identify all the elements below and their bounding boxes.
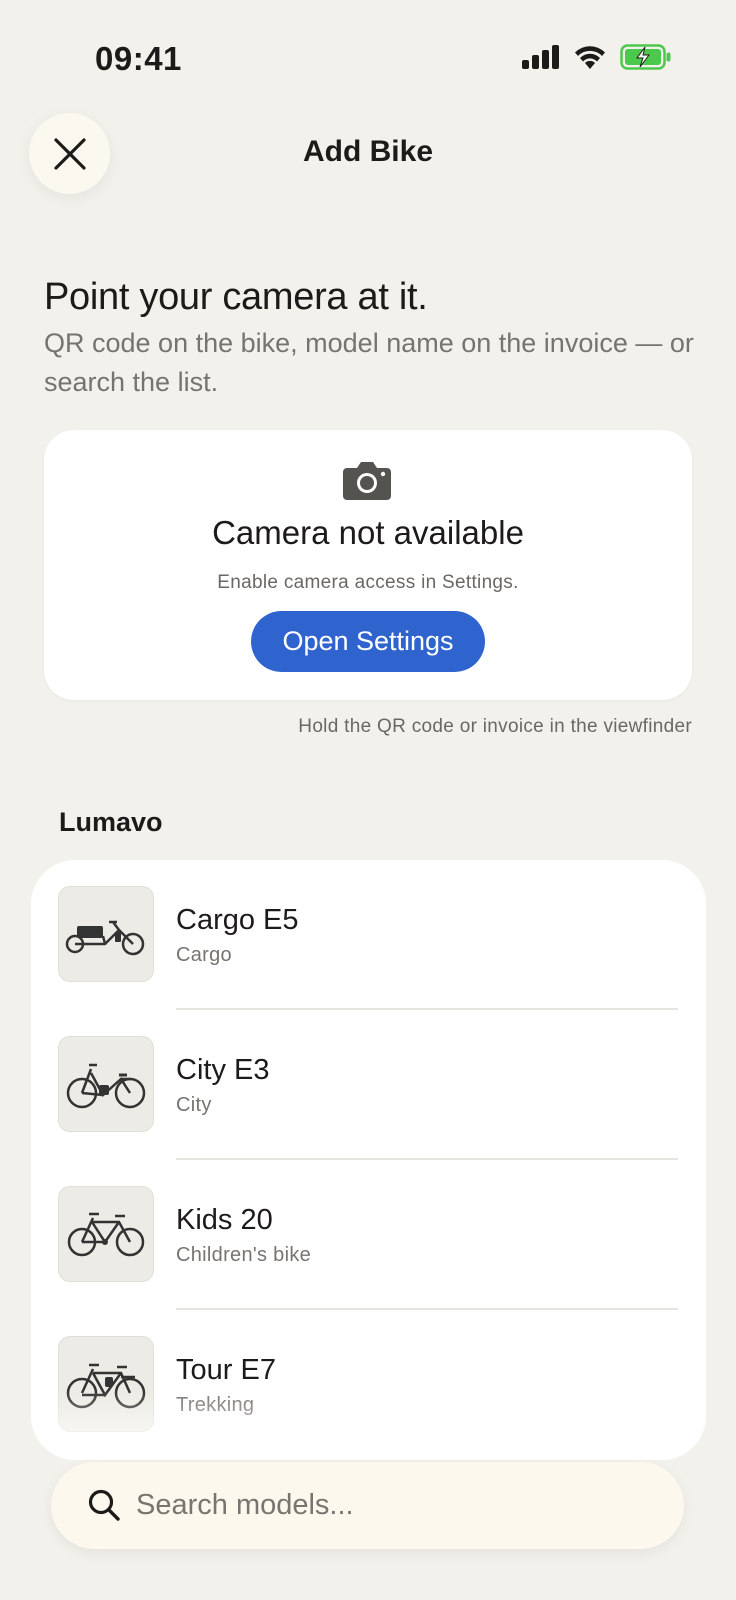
brand-section-label: Lumavo <box>59 807 163 837</box>
intro-headline: Point your camera at it. <box>44 276 428 318</box>
camera-icon <box>343 462 391 500</box>
signal-icon <box>522 45 559 69</box>
list-item-cargo-e5[interactable]: Cargo E5 Cargo <box>31 860 706 1010</box>
status-icons <box>522 44 672 70</box>
camera-hint: Enable camera access in Settings. <box>217 572 519 593</box>
camera-card: Camera not available Enable camera acces… <box>44 430 692 700</box>
model-type: Children's bike <box>176 1244 312 1266</box>
model-thumbnail <box>58 1186 154 1282</box>
open-settings-button[interactable]: Open Settings <box>251 611 485 672</box>
model-name: Kids 20 <box>176 1204 273 1236</box>
list-item-kids-20[interactable]: Kids 20 Children's bike <box>31 1160 706 1310</box>
model-thumbnail <box>58 886 154 982</box>
model-name: Tour E7 <box>176 1354 276 1386</box>
list-fade-overlay <box>31 1390 706 1460</box>
search-input[interactable] <box>136 1480 636 1530</box>
intro-subtext: QR code on the bike, model name on the i… <box>44 328 694 397</box>
model-thumbnail <box>58 1036 154 1132</box>
list-item-city-e3[interactable]: City E3 City <box>31 1010 706 1160</box>
status-bar: 09:41 <box>0 0 736 120</box>
model-name: Cargo E5 <box>176 904 299 936</box>
battery-charging-icon <box>620 44 671 70</box>
status-time: 09:41 <box>95 40 182 77</box>
wifi-icon <box>575 46 605 69</box>
model-list: Cargo E5 Cargo City E3 City Kids 20 Chil… <box>31 860 706 1460</box>
camera-title: Camera not available <box>212 514 524 551</box>
viewfinder-hint: Hold the QR code or invoice in the viewf… <box>298 716 692 737</box>
cargo-bike-icon <box>65 920 145 956</box>
page-title: Add Bike <box>302 135 434 168</box>
kids-bike-icon <box>67 1212 145 1257</box>
search-bar[interactable] <box>51 1462 684 1549</box>
model-name: City E3 <box>176 1054 270 1086</box>
model-type: City <box>176 1094 212 1116</box>
model-type: Cargo <box>176 944 232 966</box>
city-bike-icon <box>66 1063 146 1109</box>
search-icon <box>88 1489 120 1521</box>
